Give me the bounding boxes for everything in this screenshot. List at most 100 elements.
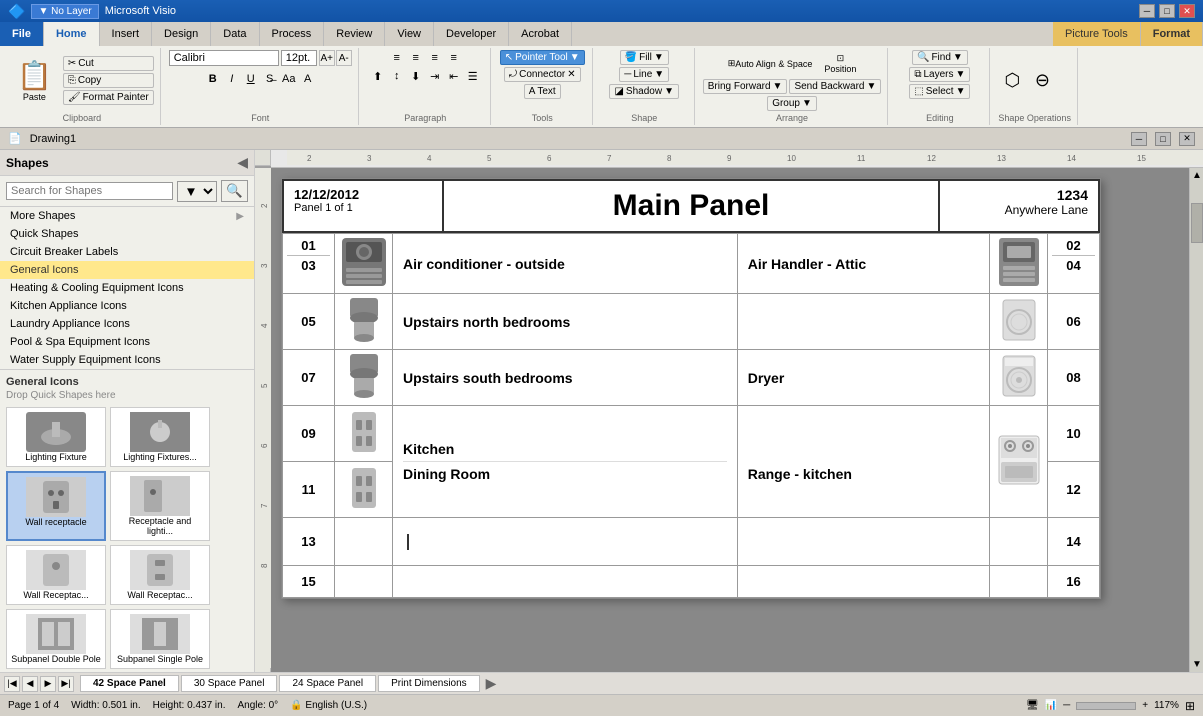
doc-minimize-button[interactable]: ─: [1131, 132, 1147, 146]
search-dropdown[interactable]: ▼: [177, 181, 217, 202]
tab-file[interactable]: File: [0, 22, 44, 46]
sheet-tab-print-dim[interactable]: Print Dimensions: [378, 675, 480, 692]
close-button[interactable]: ✕: [1179, 4, 1195, 18]
minimize-button[interactable]: ─: [1139, 4, 1155, 18]
restore-button[interactable]: □: [1159, 4, 1175, 18]
sheet-tab-30-space[interactable]: 30 Space Panel: [181, 675, 278, 692]
shape-card-wall-receptacle[interactable]: Wall receptacle: [6, 471, 106, 541]
sidebar-item-quick-shapes[interactable]: Quick Shapes: [0, 225, 254, 243]
bold-button[interactable]: B: [204, 71, 222, 87]
tab-developer[interactable]: Developer: [434, 22, 509, 46]
copy-button[interactable]: ⎘ Copy: [63, 73, 154, 88]
sidebar-item-laundry[interactable]: Laundry Appliance Icons: [0, 315, 254, 333]
list-button[interactable]: ☰: [464, 68, 482, 84]
tab-design[interactable]: Design: [152, 22, 211, 46]
shape-ops-button2[interactable]: ⊖: [1028, 67, 1056, 94]
search-button[interactable]: 🔍: [221, 180, 248, 202]
pointer-tool-button[interactable]: ↖ Pointer Tool ▼: [500, 50, 585, 65]
zoom-out-button[interactable]: ─: [1063, 700, 1070, 711]
indent-button[interactable]: ⇥: [426, 68, 444, 84]
no-layer-dropdown[interactable]: ▼ No Layer: [31, 4, 98, 19]
fill-button[interactable]: 🪣 Fill ▼: [620, 50, 669, 65]
align-middle-button[interactable]: ↕: [388, 68, 406, 84]
vertical-scrollbar[interactable]: ▲ ▼: [1189, 168, 1203, 672]
outdent-button[interactable]: ⇤: [445, 68, 463, 84]
zoom-slider[interactable]: [1076, 702, 1136, 710]
shape-card-subpanel-single[interactable]: Subpanel Single Pole: [110, 609, 210, 669]
sidebar-item-heating-cooling[interactable]: Heating & Cooling Equipment Icons: [0, 279, 254, 297]
tab-acrobat[interactable]: Acrobat: [509, 22, 572, 46]
increase-font-button[interactable]: A+: [319, 50, 335, 66]
align-left-button[interactable]: ≡: [388, 50, 406, 66]
sheet-tab-24-space[interactable]: 24 Space Panel: [279, 675, 376, 692]
zoom-in-button[interactable]: +: [1142, 700, 1148, 711]
sidebar-item-water[interactable]: Water Supply Equipment Icons: [0, 351, 254, 369]
sheet-nav-next[interactable]: ▶: [40, 676, 56, 692]
font-name-input[interactable]: [169, 50, 279, 66]
font-case-button[interactable]: Aa: [280, 71, 298, 87]
sheet-nav-prev[interactable]: ◀: [22, 676, 38, 692]
align-right-button[interactable]: ≡: [426, 50, 444, 66]
strikethrough-button[interactable]: S̶: [261, 71, 279, 87]
italic-button[interactable]: I: [223, 71, 241, 87]
shape-card-lighting-fixture[interactable]: Lighting Fixture: [6, 407, 106, 467]
tab-insert[interactable]: Insert: [100, 22, 153, 46]
underline-button[interactable]: U: [242, 71, 260, 87]
decrease-font-button[interactable]: A-: [336, 50, 352, 66]
doc-close-button[interactable]: ✕: [1179, 132, 1195, 146]
sidebar-item-more-shapes[interactable]: More Shapes ▶: [0, 207, 254, 225]
paste-button[interactable]: 📋 Paste: [10, 56, 59, 105]
shape-card-subpanel-double[interactable]: Subpanel Double Pole: [6, 609, 106, 669]
font-color-button[interactable]: A: [299, 71, 317, 87]
align-bottom-button[interactable]: ⬇: [407, 68, 425, 84]
shape-card-lighting-fixtures[interactable]: Lighting Fixtures...: [110, 407, 210, 467]
doc-restore-button[interactable]: □: [1155, 132, 1171, 146]
line-button[interactable]: ─ Line ▼: [619, 67, 669, 82]
tab-home[interactable]: Home: [44, 22, 100, 46]
group-button[interactable]: Group▼: [767, 96, 817, 111]
align-justify-button[interactable]: ≡: [445, 50, 463, 66]
select-button[interactable]: ⬚ Select ▼: [909, 84, 970, 99]
send-backward-button[interactable]: Send Backward▼: [789, 79, 881, 94]
connector-button[interactable]: ⤾ Connector ✕: [504, 67, 581, 82]
sidebar-item-circuit-breaker[interactable]: Circuit Breaker Labels: [0, 243, 254, 261]
shapes-section-subtitle: Drop Quick Shapes here: [6, 390, 248, 401]
sidebar-item-pool[interactable]: Pool & Spa Equipment Icons: [0, 333, 254, 351]
scroll-down-button[interactable]: ▼: [1190, 657, 1203, 672]
position-button[interactable]: ⊡ Position: [819, 50, 861, 77]
table-row: 15 16: [283, 566, 1100, 598]
font-size-input[interactable]: [281, 50, 317, 66]
tab-view[interactable]: View: [385, 22, 434, 46]
search-input[interactable]: [6, 182, 173, 200]
sidebar-item-general-icons[interactable]: General Icons: [0, 261, 254, 279]
align-top-button[interactable]: ⬆: [369, 68, 387, 84]
shape-card-wall-receptac-1[interactable]: Wall Receptac...: [6, 545, 106, 605]
tab-process[interactable]: Process: [260, 22, 325, 46]
scroll-up-button[interactable]: ▲: [1190, 168, 1203, 183]
layers-button[interactable]: ⧉ Layers ▼: [909, 67, 970, 82]
scrollbar-thumb[interactable]: [1191, 203, 1203, 243]
sheet-nav-first[interactable]: |◀: [4, 676, 20, 692]
find-button[interactable]: 🔍 Find ▼: [912, 50, 968, 65]
sheet-tab-42-space[interactable]: 42 Space Panel: [80, 675, 179, 692]
cut-button[interactable]: ✂ Cut: [63, 56, 154, 71]
sidebar-item-kitchen[interactable]: Kitchen Appliance Icons: [0, 297, 254, 315]
align-center-button[interactable]: ≡: [407, 50, 425, 66]
tab-review[interactable]: Review: [324, 22, 385, 46]
scrollbar-track[interactable]: [1190, 263, 1203, 657]
format-painter-button[interactable]: 🖌 Format Painter: [63, 90, 154, 105]
bring-forward-button[interactable]: Bring Forward▼: [703, 79, 788, 94]
drawing-area[interactable]: 12/12/2012 Panel 1 of 1 Main Panel 1234 …: [271, 168, 1189, 672]
tab-data[interactable]: Data: [211, 22, 259, 46]
shadow-button[interactable]: ◪ Shadow ▼: [609, 84, 679, 99]
sheet-next-icon[interactable]: ▶: [486, 675, 497, 692]
shape-ops-button1[interactable]: ⬡: [998, 67, 1026, 94]
text-button[interactable]: A Text: [524, 84, 561, 99]
tab-format[interactable]: Format: [1141, 22, 1203, 46]
auto-align-button[interactable]: ⊞ Auto Align & Space: [723, 50, 818, 77]
shape-card-wall-receptac-2[interactable]: Wall Receptac...: [110, 545, 210, 605]
sidebar-toggle-button[interactable]: ◀: [237, 154, 248, 171]
shape-card-receptacle-lighting[interactable]: Receptacle and lighti...: [110, 471, 210, 541]
sheet-nav-last[interactable]: ▶|: [58, 676, 74, 692]
fit-page-button[interactable]: ⊞: [1185, 699, 1195, 713]
